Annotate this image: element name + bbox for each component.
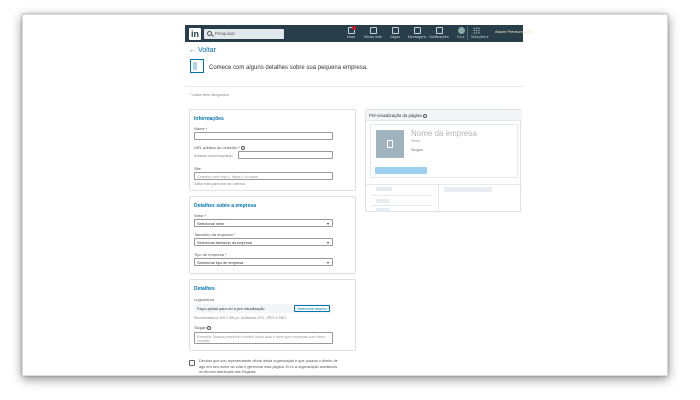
preview-title: Pré-visualização da página xyxy=(369,113,427,118)
search-input[interactable]: Pesquisar xyxy=(204,28,284,39)
apps-grid-icon[interactable] xyxy=(473,27,480,34)
slogan-label-text: Slogan xyxy=(194,325,207,330)
placeholder-bar xyxy=(376,208,390,212)
url-prefix: linkedin.com/company/ xyxy=(194,154,233,158)
building-icon xyxy=(387,140,393,148)
preview-company-card: Nome da empresa Setor Slogan xyxy=(370,124,518,178)
logo-label: Logomarca xyxy=(194,297,215,302)
site-label: Site xyxy=(194,166,201,171)
select-file-button[interactable]: Selecionar arquivo xyxy=(294,305,330,312)
placeholder-bar xyxy=(376,199,390,203)
chevron-down-icon: ▾ xyxy=(326,260,329,265)
nav-items: Início Minha rede Vagas Mensagens Notifi… xyxy=(340,26,472,39)
briefcase-icon xyxy=(391,27,399,34)
notification-dot xyxy=(351,26,356,30)
required-note: * Indica item obrigatório xyxy=(189,93,229,97)
search-icon xyxy=(207,31,212,36)
chevron-down-icon: ▾ xyxy=(326,240,329,245)
nav-label: Minha rede xyxy=(364,35,382,39)
screenshot-frame: in Pesquisar Início Minha rede Vagas Men… xyxy=(22,14,668,376)
card-title: Informações xyxy=(194,116,224,122)
company-details-card: Detalhes sobre a empresa Setor * Selecio… xyxy=(189,196,356,274)
avatar xyxy=(457,27,465,34)
intro-text: Comece com alguns detalhes sobre sua peq… xyxy=(209,65,368,71)
nav-label: Eu ▾ xyxy=(457,35,465,39)
info-card: Informações Nome * URL pública do Linked… xyxy=(189,109,356,191)
search-placeholder: Pesquisar xyxy=(215,31,236,36)
bell-icon xyxy=(435,27,443,34)
page-preview-card: Pré-visualização da página Nome da empre… xyxy=(365,109,522,213)
type-label: Tipo de empresa * xyxy=(194,252,227,257)
url-label: URL pública do LinkedIn * xyxy=(194,145,246,150)
back-label: Voltar xyxy=(198,47,216,54)
divider xyxy=(372,195,432,196)
name-input[interactable] xyxy=(194,132,333,140)
nav-label: Início xyxy=(346,35,356,39)
size-label: Tamanho da empresa * xyxy=(194,232,236,237)
preview-follow-button xyxy=(375,167,427,174)
nav-divider xyxy=(467,27,468,40)
preview-title-text: Pré-visualização da página xyxy=(369,113,422,118)
sector-value: Selecionar setor xyxy=(197,221,225,226)
card-title: Detalhes sobre a empresa xyxy=(194,203,256,209)
nav-item-messages[interactable]: Mensagens xyxy=(406,26,428,39)
type-select[interactable]: Selecionar tipo de empresa ▾ xyxy=(194,258,333,266)
arrow-left-icon: ← xyxy=(189,47,196,54)
url-input[interactable] xyxy=(238,151,333,159)
sector-label: Setor * xyxy=(194,213,207,218)
network-icon xyxy=(369,27,377,34)
slogan-label: Slogan xyxy=(194,325,212,330)
info-icon[interactable] xyxy=(241,145,246,150)
top-navbar: in Pesquisar Início Minha rede Vagas Men… xyxy=(185,25,533,42)
preview-slogan: Slogan xyxy=(411,148,423,152)
nav-item-home[interactable]: Início xyxy=(340,26,362,39)
nav-label: Mensagens xyxy=(407,35,427,39)
logo-upload-area[interactable]: Faça upload para ver a pré-visualização … xyxy=(194,304,333,313)
name-label: Nome * xyxy=(194,126,208,131)
type-value: Selecionar tipo de empresa xyxy=(197,260,244,265)
chevron-down-icon: ▾ xyxy=(326,221,329,226)
nav-item-jobs[interactable]: Vagas xyxy=(384,26,406,39)
size-select[interactable]: Selecionar tamanho da empresa ▾ xyxy=(194,238,333,246)
info-icon[interactable] xyxy=(207,325,212,330)
preview-header: Pré-visualização da página xyxy=(366,110,522,121)
logo-upload-text: Faça upload para ver a pré-visualização xyxy=(197,306,265,311)
divider xyxy=(438,185,439,213)
company-building-icon xyxy=(190,59,204,73)
representative-checkbox-row: Declaro que sou representante oficial de… xyxy=(189,359,339,375)
home-icon xyxy=(347,26,356,34)
preview-company-name: Nome da empresa xyxy=(411,129,477,138)
work-label[interactable]: Soluções ▾ xyxy=(471,35,489,39)
nav-item-me[interactable]: Eu ▾ xyxy=(450,26,472,39)
sector-select[interactable]: Selecionar setor ▾ xyxy=(194,219,333,227)
nav-label: Notificações xyxy=(429,35,449,39)
nav-item-network[interactable]: Minha rede xyxy=(362,26,384,39)
placeholder-bar xyxy=(376,187,392,191)
slogan-textarea[interactable]: Exemplo: Nossos escritório contábil ajud… xyxy=(194,332,333,344)
nav-label: Vagas xyxy=(390,35,400,39)
checkbox-text: Declaro que sou representante oficial de… xyxy=(199,359,338,375)
divider xyxy=(366,184,522,185)
site-hint: Saiba mais para criar seu sitemos xyxy=(194,182,246,186)
info-icon[interactable] xyxy=(422,113,427,118)
size-value: Selecionar tamanho da empresa xyxy=(197,240,252,245)
representative-checkbox[interactable] xyxy=(189,360,195,366)
divider xyxy=(372,205,432,206)
back-link[interactable]: ← Voltar xyxy=(189,47,216,54)
divider xyxy=(185,86,523,87)
extra-details-card: Detalhes Logomarca Faça upload para ver … xyxy=(189,279,356,351)
nav-item-notifications[interactable]: Notificações xyxy=(428,26,450,39)
linkedin-logo[interactable]: in xyxy=(189,27,201,40)
premium-link[interactable]: Assine Premium grátis xyxy=(495,30,533,34)
url-label-text: URL pública do LinkedIn * xyxy=(194,145,241,150)
preview-sector: Setor xyxy=(411,139,421,143)
logo-hint: Recomendamos 300 x 300 px. Aceitamos JPG… xyxy=(194,316,287,320)
preview-logo-placeholder xyxy=(376,130,404,158)
placeholder-bar xyxy=(444,187,492,192)
site-input[interactable]: Comece com http://, https:// ou www. xyxy=(194,172,333,180)
card-title: Detalhes xyxy=(194,286,215,292)
messages-icon xyxy=(413,27,421,34)
